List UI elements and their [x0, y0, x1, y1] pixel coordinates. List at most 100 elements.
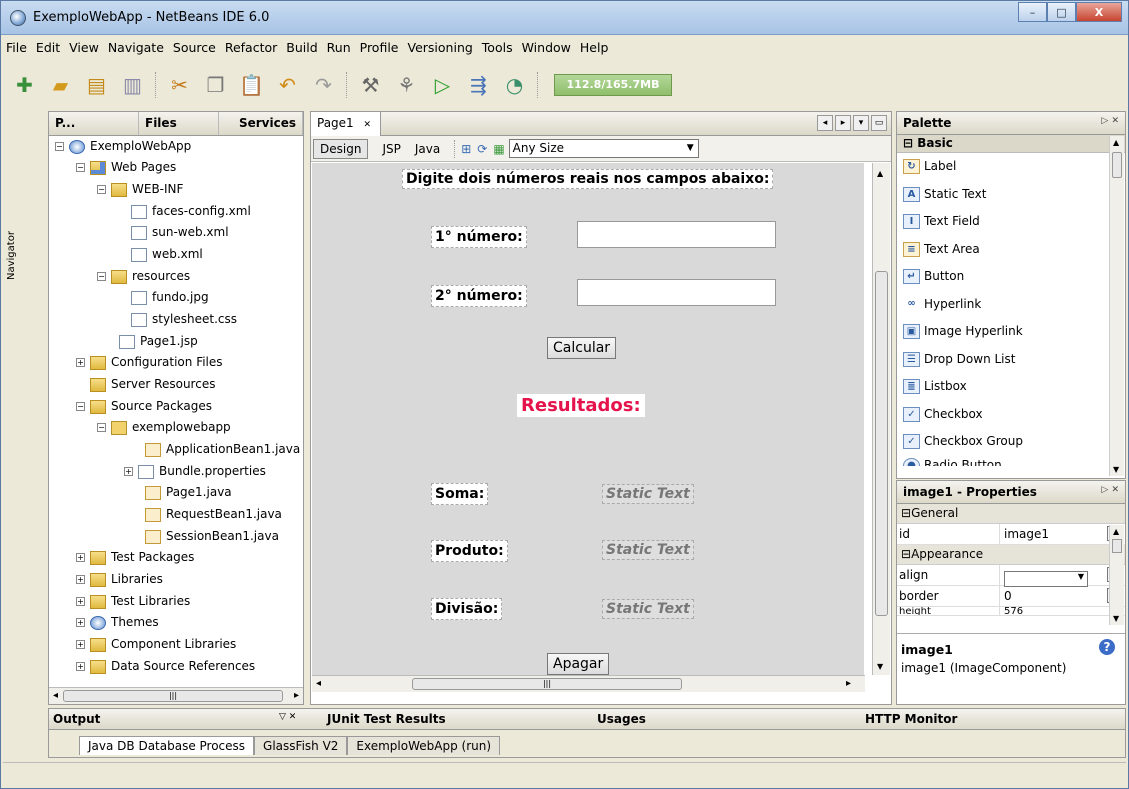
section-general[interactable]: ⊟General	[897, 504, 1125, 524]
show-virtual-forms-icon[interactable]: ▦	[493, 142, 504, 156]
scroll-left-icon[interactable]: ◂	[316, 678, 321, 689]
palette-item-text-field[interactable]: I Text Field	[897, 208, 1125, 236]
run-icon[interactable]: ▷	[429, 72, 456, 99]
expand-icon[interactable]: +	[76, 662, 85, 671]
expand-icon[interactable]: +	[76, 618, 85, 627]
collapse-icon[interactable]: −	[76, 402, 85, 411]
tab-files[interactable]: Files	[139, 112, 219, 135]
new-file-icon[interactable]: ✚	[11, 72, 38, 99]
jsp-view-button[interactable]: JSP	[382, 142, 400, 156]
menu-file[interactable]: File	[5, 40, 28, 60]
tree-node[interactable]: − exemplowebapp	[97, 417, 231, 438]
tab-list-icon[interactable]: ▾	[853, 115, 869, 131]
second-number-field[interactable]	[577, 279, 776, 306]
label-soma[interactable]: Soma:	[431, 483, 489, 505]
palette-scrollbar[interactable]: ▲ ▼	[1109, 136, 1124, 476]
new-project-icon[interactable]: ▰	[47, 72, 74, 99]
tab-page1[interactable]: Page1 ✕	[311, 112, 381, 136]
scroll-up-icon[interactable]: ▲	[1113, 527, 1119, 536]
tree-node[interactable]: − Source Packages	[76, 396, 212, 417]
expand-icon[interactable]: +	[76, 358, 85, 367]
editor-vertical-scrollbar[interactable]: ▲ ▼	[872, 163, 890, 675]
tree-node[interactable]: faces-config.xml	[131, 201, 251, 222]
scroll-thumb[interactable]: |||	[63, 690, 283, 702]
usages-title[interactable]: Usages	[597, 712, 646, 726]
palette-item-image-hyperlink[interactable]: ▣ Image Hyperlink	[897, 318, 1125, 346]
tree-node[interactable]: Page1.java	[145, 482, 232, 503]
label-produto[interactable]: Produto:	[431, 540, 508, 562]
palette-item-label[interactable]: ↻ Label	[897, 153, 1125, 181]
target-size-select[interactable]: Any Size ▼	[508, 139, 699, 158]
clear-button[interactable]: Apagar	[547, 653, 610, 675]
tree-node[interactable]: ApplicationBean1.java	[145, 439, 300, 460]
tree-node[interactable]: sun-web.xml	[131, 222, 229, 243]
tree-node[interactable]: + Data Source References	[76, 656, 255, 677]
divisao-static-text[interactable]: Static Text	[602, 599, 694, 619]
label-second-number[interactable]: 2° número:	[431, 285, 527, 307]
section-appearance[interactable]: ⊟Appearance	[897, 545, 1125, 565]
property-row-align[interactable]: align▼...	[897, 565, 1125, 587]
tree-node[interactable]: + Test Libraries	[76, 591, 190, 612]
scroll-tabs-left-icon[interactable]: ◂	[817, 115, 833, 131]
collapse-icon[interactable]: −	[55, 142, 64, 151]
palette-item-radio-button[interactable]: ● Radio Button	[897, 456, 1125, 466]
maximize-editor-icon[interactable]: ▭	[871, 115, 887, 131]
palette-item-static-text[interactable]: A Static Text	[897, 181, 1125, 209]
menu-source[interactable]: Source	[172, 40, 217, 60]
scroll-right-icon[interactable]: ▸	[294, 690, 299, 701]
tree-node[interactable]: web.xml	[131, 244, 203, 265]
panel-controls-icon[interactable]: ▷ ✕	[1101, 116, 1119, 126]
palette-item-text-area[interactable]: ≡ Text Area	[897, 236, 1125, 264]
help-icon[interactable]: ?	[1099, 639, 1115, 655]
collapse-icon[interactable]: −	[97, 423, 106, 432]
cut-icon[interactable]: ✂	[166, 72, 193, 99]
tree-node[interactable]: + Bundle.properties	[124, 461, 266, 482]
title-bar[interactable]: ExemploWebApp - NetBeans IDE 6.0 – □ X	[1, 1, 1128, 35]
panel-controls-icon[interactable]: ▽ ✕	[279, 712, 296, 722]
palette-header[interactable]: Palette ▷ ✕	[897, 112, 1125, 135]
menu-run[interactable]: Run	[326, 40, 352, 60]
menu-window[interactable]: Window	[521, 40, 572, 60]
instructions-heading[interactable]: Digite dois números reais nos campos aba…	[402, 169, 774, 189]
first-number-field[interactable]	[577, 221, 776, 248]
palette-item-checkbox-group[interactable]: ✓ Checkbox Group	[897, 428, 1125, 456]
output-window-title[interactable]: Output	[53, 712, 100, 726]
tree-node[interactable]: stylesheet.css	[131, 309, 237, 330]
close-button[interactable]: X	[1076, 2, 1122, 22]
soma-static-text[interactable]: Static Text	[602, 484, 694, 504]
menu-help[interactable]: Help	[579, 40, 610, 60]
copy-icon[interactable]: ❐	[202, 72, 229, 99]
tree-node[interactable]: − WEB-INF	[97, 179, 183, 200]
property-row-height[interactable]: height 576	[897, 607, 1125, 616]
tree-node[interactable]: RequestBean1.java	[145, 504, 282, 525]
java-view-button[interactable]: Java	[415, 142, 440, 156]
memory-indicator[interactable]: 112.8/165.7MB	[554, 74, 672, 96]
label-divisao[interactable]: Divisão:	[431, 598, 503, 620]
expand-icon[interactable]: +	[76, 640, 85, 649]
debug-icon[interactable]: ⇶	[465, 72, 492, 99]
tree-node[interactable]: + Test Packages	[76, 547, 194, 568]
tree-node[interactable]: fundo.jpg	[131, 287, 209, 308]
palette-item-listbox[interactable]: ≣ Listbox	[897, 373, 1125, 401]
tree-node[interactable]: + Themes	[76, 612, 159, 633]
menu-navigate[interactable]: Navigate	[107, 40, 165, 60]
properties-header[interactable]: image1 - Properties ▷ ✕	[897, 481, 1125, 504]
tab-projects[interactable]: P...	[49, 112, 139, 135]
editor-horizontal-scrollbar[interactable]: ◂ ||| ▸	[312, 675, 865, 692]
palette-category-basic[interactable]: ⊟ Basic	[897, 135, 1125, 153]
tree-node[interactable]: − ExemploWebApp	[55, 136, 191, 157]
collapse-icon[interactable]: −	[76, 163, 85, 172]
tab-exemplowebapp-run[interactable]: ExemploWebApp (run)	[347, 736, 501, 755]
tree-node[interactable]: + Libraries	[76, 569, 163, 590]
palette-item-checkbox[interactable]: ✓ Checkbox	[897, 401, 1125, 429]
panel-controls-icon[interactable]: ▷ ✕	[1101, 485, 1119, 495]
tab-java-db-process[interactable]: Java DB Database Process	[79, 736, 255, 755]
projects-horizontal-scrollbar[interactable]: ◂ ||| ▸	[49, 687, 303, 704]
design-canvas[interactable]: Digite dois números reais nos campos aba…	[312, 163, 864, 675]
undo-icon[interactable]: ↶	[274, 72, 301, 99]
paste-icon[interactable]: 📋	[238, 72, 265, 99]
label-first-number[interactable]: 1° número:	[431, 226, 527, 248]
navigator-tab[interactable]: Navigator	[6, 231, 17, 311]
menu-refactor[interactable]: Refactor	[224, 40, 278, 60]
refresh-icon[interactable]: ⟳	[477, 142, 487, 156]
